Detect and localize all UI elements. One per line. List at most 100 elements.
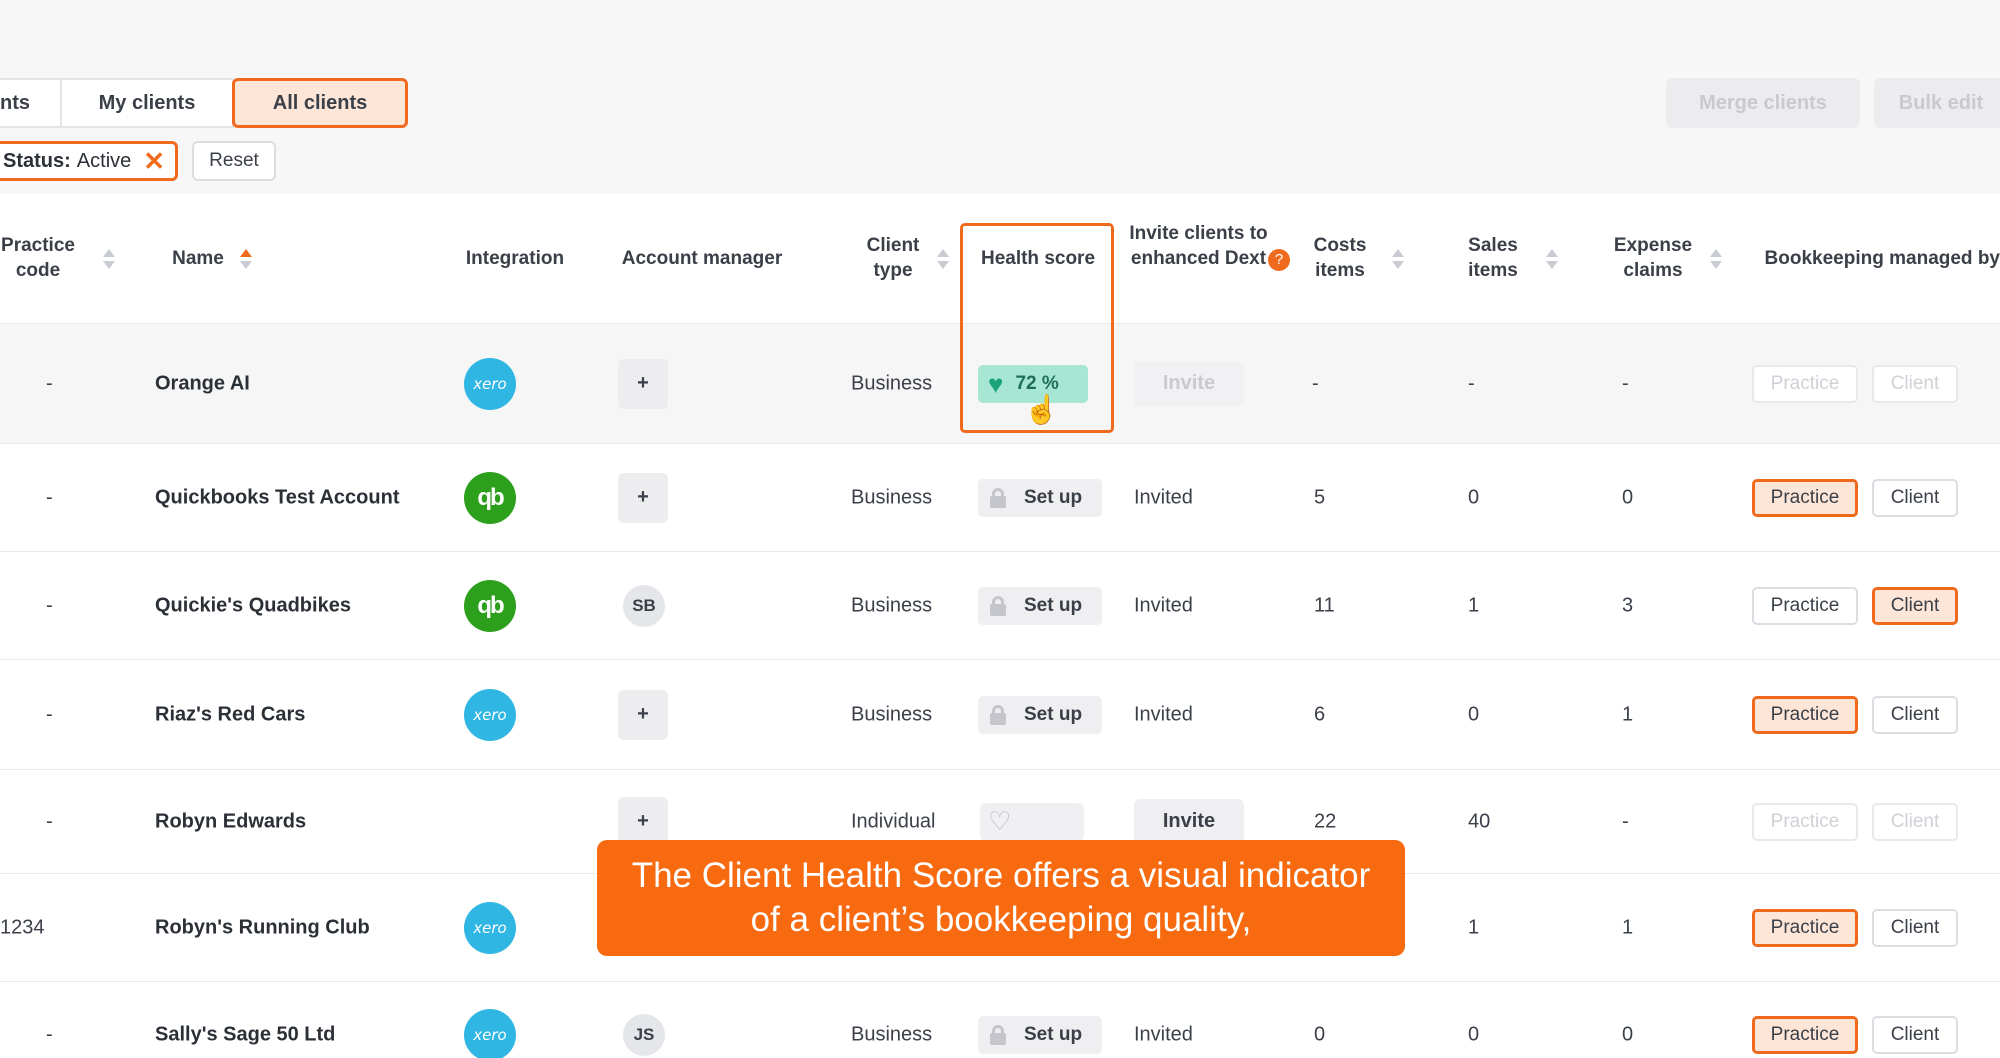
costs-items: 22 bbox=[1314, 810, 1337, 832]
reset-filters-button[interactable]: Reset bbox=[192, 141, 276, 181]
avatar[interactable]: SB bbox=[623, 584, 665, 627]
practice-button[interactable]: Practice bbox=[1752, 1015, 1858, 1054]
bookkeeping-practice[interactable]: Practice bbox=[1752, 1015, 1858, 1054]
add-manager-button[interactable]: + bbox=[618, 472, 668, 523]
client-button[interactable]: Client bbox=[1872, 802, 1958, 841]
table-row[interactable]: - Riaz's Red Cars xero + Business Set up… bbox=[0, 659, 2000, 769]
account-manager[interactable]: + bbox=[618, 689, 668, 740]
client-button[interactable]: Client bbox=[1872, 364, 1958, 403]
help-icon[interactable]: ? bbox=[1268, 249, 1290, 271]
account-manager[interactable]: + bbox=[618, 358, 668, 409]
account-manager[interactable]: JS bbox=[623, 1013, 665, 1056]
avatar[interactable]: JS bbox=[623, 1013, 665, 1056]
table-row[interactable]: - Orange AI xero + Business ♥ 72 % Invite… bbox=[0, 323, 2000, 443]
client-name[interactable]: Riaz's Red Cars bbox=[155, 703, 305, 726]
header-expense-claims[interactable]: Expense claims bbox=[1600, 233, 1706, 283]
expense-claims: 0 bbox=[1622, 1023, 1634, 1045]
practice-button[interactable]: Practice bbox=[1752, 586, 1858, 625]
bulk-edit-button[interactable]: Bulk edit bbox=[1874, 78, 2000, 128]
bookkeeping-practice[interactable]: Practice bbox=[1752, 364, 1858, 403]
health-score[interactable]: ♡ bbox=[980, 802, 1084, 841]
client-name[interactable]: Robyn Edwards bbox=[155, 810, 306, 833]
header-invite-clients: Invite clients to enhanced Dext bbox=[1129, 223, 1268, 269]
add-manager-button[interactable]: + bbox=[618, 796, 668, 847]
account-manager[interactable]: SB bbox=[623, 584, 665, 627]
xero-logo-icon: xero bbox=[464, 357, 516, 410]
expense-claims: 3 bbox=[1622, 594, 1634, 616]
integration-logo: xero bbox=[464, 357, 516, 410]
client-button[interactable]: Client bbox=[1872, 586, 1958, 625]
account-manager[interactable]: + bbox=[618, 796, 668, 847]
practice-button[interactable]: Practice bbox=[1752, 802, 1858, 841]
status-filter-chip[interactable]: Status: Active ✕ bbox=[0, 141, 178, 181]
client-button[interactable]: Client bbox=[1872, 1015, 1958, 1054]
setup-button[interactable]: Set up bbox=[978, 1015, 1102, 1054]
practice-button[interactable]: Practice bbox=[1752, 695, 1858, 734]
client-button[interactable]: Client bbox=[1872, 908, 1958, 947]
header-integration: Integration bbox=[465, 248, 565, 269]
table-row[interactable]: - Quickbooks Test Account qb + Business … bbox=[0, 443, 2000, 551]
client-name[interactable]: Orange AI bbox=[155, 372, 250, 395]
bookkeeping-client[interactable]: Client bbox=[1872, 1015, 1958, 1054]
bookkeeping-practice[interactable]: Practice bbox=[1752, 908, 1858, 947]
health-score[interactable]: Set up bbox=[978, 586, 1102, 625]
bookkeeping-practice[interactable]: Practice bbox=[1752, 586, 1858, 625]
client-name[interactable]: Quickie's Quadbikes bbox=[155, 594, 351, 617]
health-score[interactable]: Set up bbox=[978, 1015, 1102, 1054]
merge-clients-button[interactable]: Merge clients bbox=[1666, 78, 1860, 128]
client-name[interactable]: Quickbooks Test Account bbox=[155, 486, 399, 509]
client-name[interactable]: Sally's Sage 50 Ltd bbox=[155, 1023, 335, 1046]
setup-button[interactable]: Set up bbox=[978, 586, 1102, 625]
practice-code: - bbox=[46, 486, 53, 508]
tab-clients[interactable]: nts bbox=[0, 78, 62, 128]
practice-button[interactable]: Practice bbox=[1752, 364, 1858, 403]
bookkeeping-client[interactable]: Client bbox=[1872, 802, 1958, 841]
table-row[interactable]: - Quickie's Quadbikes qb SB Business Set… bbox=[0, 551, 2000, 659]
header-sales-items[interactable]: Sales items bbox=[1458, 233, 1528, 283]
add-manager-button[interactable]: + bbox=[618, 689, 668, 740]
bookkeeping-practice[interactable]: Practice bbox=[1752, 478, 1858, 517]
tab-my-clients[interactable]: My clients bbox=[60, 78, 234, 128]
header-bookkeeping-managed-by: Bookkeeping managed by bbox=[1764, 248, 2000, 269]
integration-logo: xero bbox=[464, 1008, 516, 1058]
bookkeeping-client[interactable]: Client bbox=[1872, 478, 1958, 517]
client-button[interactable]: Client bbox=[1872, 478, 1958, 517]
practice-code: - bbox=[46, 1023, 53, 1045]
header-costs-items[interactable]: Costs items bbox=[1302, 233, 1378, 283]
integration-logo: xero bbox=[464, 688, 516, 741]
bookkeeping-client[interactable]: Client bbox=[1872, 908, 1958, 947]
client-type: Business bbox=[851, 703, 933, 725]
caption-line-2: of a client’s bookkeeping quality, bbox=[750, 900, 1252, 939]
bookkeeping-practice[interactable]: Practice bbox=[1752, 802, 1858, 841]
setup-button[interactable]: Set up bbox=[978, 695, 1102, 734]
sales-items: 40 bbox=[1468, 810, 1491, 832]
bookkeeping-client[interactable]: Client bbox=[1872, 364, 1958, 403]
table-row[interactable]: - Sally's Sage 50 Ltd xero JS Business S… bbox=[0, 981, 2000, 1058]
header-name[interactable]: Name bbox=[160, 246, 236, 271]
invite-button[interactable]: Invite bbox=[1134, 798, 1244, 845]
practice-button[interactable]: Practice bbox=[1752, 908, 1858, 947]
sales-items: 1 bbox=[1468, 594, 1480, 616]
practice-code: - bbox=[46, 372, 53, 394]
client-type: Business bbox=[851, 1023, 933, 1045]
health-score[interactable]: Set up bbox=[978, 478, 1102, 517]
client-name[interactable]: Robyn's Running Club bbox=[155, 916, 370, 939]
header-health-score: Health score bbox=[980, 248, 1096, 269]
account-manager[interactable]: + bbox=[618, 472, 668, 523]
bookkeeping-client[interactable]: Client bbox=[1872, 695, 1958, 734]
client-button[interactable]: Client bbox=[1872, 695, 1958, 734]
header-client-type[interactable]: Client type bbox=[858, 233, 928, 283]
sales-items: 1 bbox=[1468, 916, 1480, 938]
header-practice-code[interactable]: Practice code bbox=[0, 233, 80, 283]
invite-button[interactable]: Invite bbox=[1134, 360, 1244, 407]
setup-button[interactable]: Set up bbox=[978, 478, 1102, 517]
practice-button[interactable]: Practice bbox=[1752, 478, 1858, 517]
bookkeeping-practice[interactable]: Practice bbox=[1752, 695, 1858, 734]
health-score[interactable]: Set up bbox=[978, 695, 1102, 734]
lock-icon bbox=[990, 1024, 1006, 1045]
bookkeeping-client[interactable]: Client bbox=[1872, 586, 1958, 625]
tab-all-clients[interactable]: All clients bbox=[232, 78, 408, 128]
close-icon[interactable]: ✕ bbox=[143, 148, 165, 174]
heart-outline-icon[interactable]: ♡ bbox=[980, 802, 1084, 841]
add-manager-button[interactable]: + bbox=[618, 358, 668, 409]
